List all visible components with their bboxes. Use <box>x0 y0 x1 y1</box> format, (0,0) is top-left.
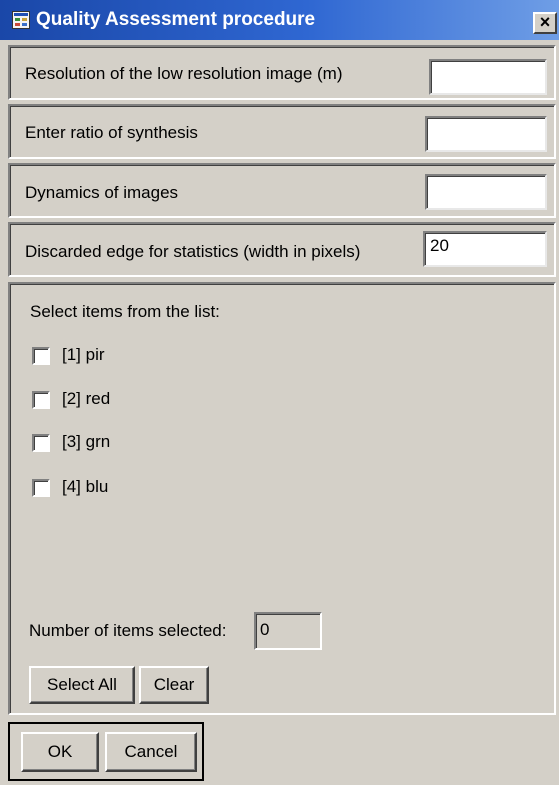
selected-count-label: Number of items selected: <box>29 621 227 640</box>
dynamics-label: Dynamics of images <box>25 183 179 202</box>
resolution-label: Resolution of the low resolution image (… <box>25 64 343 83</box>
red-label[interactable]: [2] red <box>62 389 110 409</box>
clear-button[interactable]: Clear <box>139 666 209 704</box>
title-bar[interactable]: Quality Assessment procedure × <box>0 0 559 40</box>
select-all-button[interactable]: Select All <box>29 666 135 704</box>
resolution-row: Resolution of the low resolution image (… <box>8 45 556 100</box>
cancel-button[interactable]: Cancel <box>105 732 197 772</box>
edge-input[interactable]: 20 <box>423 231 547 267</box>
edge-label: Discarded edge for statistics (width in … <box>25 242 361 261</box>
close-button[interactable]: × <box>533 12 557 34</box>
blu-checkbox[interactable] <box>32 479 50 497</box>
selected-count-field: 0 <box>254 612 322 650</box>
ratio-row: Enter ratio of synthesis <box>8 104 556 159</box>
pir-label[interactable]: [1] pir <box>62 345 105 365</box>
edge-row: Discarded edge for statistics (width in … <box>8 222 556 277</box>
ok-button[interactable]: OK <box>21 732 99 772</box>
window-title: Quality Assessment procedure <box>36 9 316 30</box>
dynamics-row: Dynamics of images <box>8 163 556 218</box>
resolution-input[interactable] <box>429 59 547 95</box>
red-checkbox[interactable] <box>32 391 50 409</box>
blu-label[interactable]: [4] blu <box>62 477 108 497</box>
list-heading: Select items from the list: <box>30 302 220 321</box>
app-icon[interactable] <box>12 11 30 29</box>
pir-checkbox[interactable] <box>32 347 50 365</box>
ratio-label: Enter ratio of synthesis <box>25 123 198 142</box>
ratio-input[interactable] <box>425 116 547 152</box>
grn-checkbox[interactable] <box>32 434 50 452</box>
dynamics-input[interactable] <box>425 174 547 210</box>
grn-label[interactable]: [3] grn <box>62 432 110 452</box>
